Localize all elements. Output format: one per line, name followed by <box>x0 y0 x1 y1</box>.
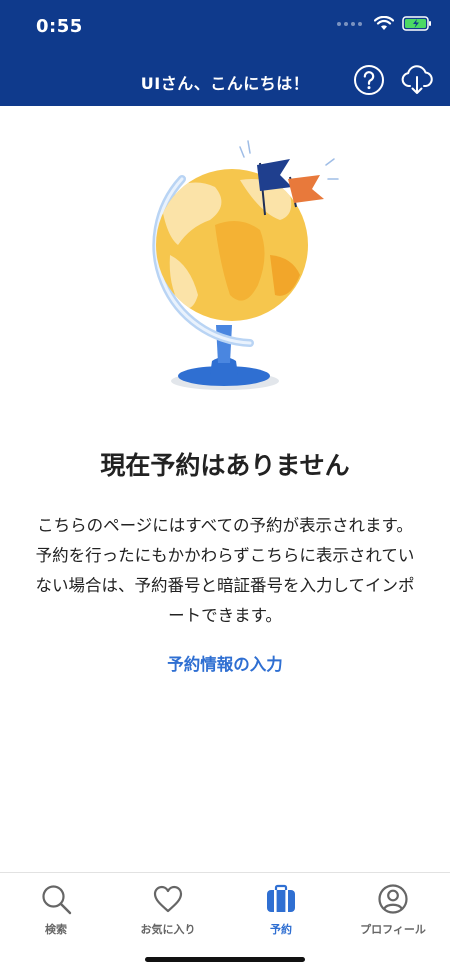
cloud-download-icon[interactable] <box>400 62 434 96</box>
tab-label: 予約 <box>270 923 292 936</box>
battery-charging-icon <box>402 16 431 31</box>
globe-illustration <box>152 140 339 390</box>
tab-label: お気に入り <box>140 923 196 936</box>
tab-search[interactable]: 検索 <box>1 883 111 937</box>
tab-label: プロフィール <box>360 923 426 936</box>
tab-favorites[interactable]: お気に入り <box>113 883 223 937</box>
tab-reservations[interactable]: 予約 <box>226 883 336 937</box>
empty-state-title: 現在予約はありません <box>100 451 350 480</box>
heart-icon <box>153 885 183 913</box>
wifi-icon <box>374 16 394 30</box>
help-icon[interactable] <box>353 64 385 96</box>
tab-label: 検索 <box>45 923 67 936</box>
status-time: 0:55 <box>36 16 83 37</box>
empty-state-description: こちらのページにはすべての予約が表示されます。予約を行ったにもかかわらずこちらに… <box>35 516 415 625</box>
search-icon <box>42 885 72 915</box>
tab-profile[interactable]: プロフィール <box>338 883 448 937</box>
home-indicator <box>145 957 305 962</box>
signal-dots-icon <box>337 21 362 26</box>
suitcase-icon <box>267 884 295 912</box>
profile-icon <box>378 884 408 914</box>
enter-reservation-link[interactable]: 予約情報の入力 <box>0 651 450 675</box>
status-icons <box>337 16 432 31</box>
app-header: 0:55 UIさん、こんにちは！ <box>0 0 450 106</box>
